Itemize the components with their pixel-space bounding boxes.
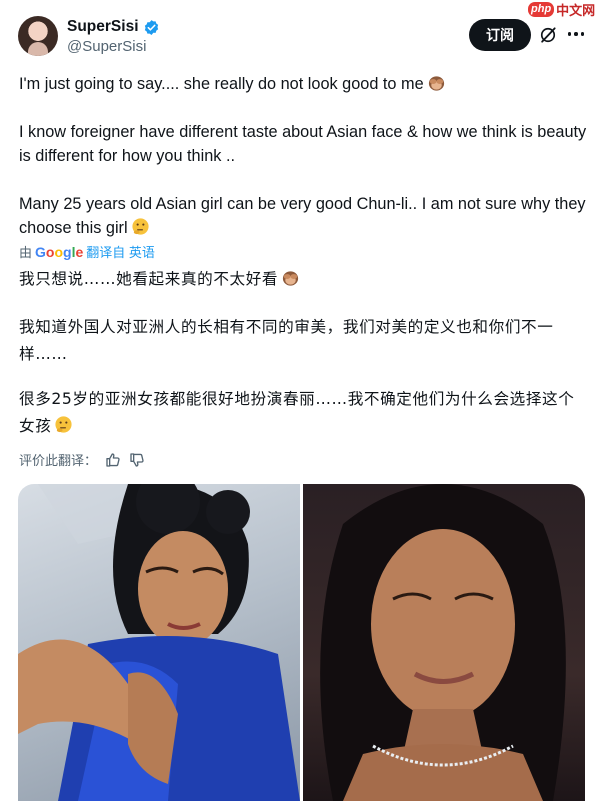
tweet-text-zh-3-content: 很多25岁的亚洲女孩都能很好地扮演春丽……我不确定他们为什么会选择这个女孩 xyxy=(19,390,575,435)
tweet-text-zh-2: 我知道外国人对亚洲人的长相有不同的审美，我们对美的定义也和你们不一样…… xyxy=(19,318,554,363)
thumbs-up-icon[interactable] xyxy=(105,452,121,468)
translated-from-link[interactable]: 翻译自 英语 xyxy=(86,242,155,261)
tweet-text-zh-3: 很多25岁的亚洲女孩都能很好地扮演春丽……我不确定他们为什么会选择这个女孩 xyxy=(19,386,589,440)
google-logo: Google xyxy=(35,243,84,260)
site-watermark: php 中文网 xyxy=(528,0,595,18)
author-name-row[interactable]: SuperSisi xyxy=(67,18,160,36)
see-no-evil-monkey-emoji xyxy=(281,268,300,287)
grok-icon[interactable] xyxy=(538,25,558,45)
tweet-text-en-3-content: Many 25 years old Asian girl can be very… xyxy=(19,195,586,237)
watermark-text: 中文网 xyxy=(556,2,596,18)
more-icon[interactable] xyxy=(565,24,587,44)
thinking-face-emoji xyxy=(54,415,73,434)
tweet-text-en-2: I know foreigner have different taste ab… xyxy=(19,123,587,165)
rate-translation: 评价此翻译： xyxy=(19,450,145,469)
avatar[interactable] xyxy=(18,16,58,56)
tweet-text-zh-1-content: 我只想说……她看起来真的不太好看 xyxy=(19,270,279,288)
tweet-photo-1[interactable] xyxy=(18,484,300,801)
translated-by-label: 由 xyxy=(19,245,33,260)
author-name[interactable]: SuperSisi xyxy=(67,18,139,36)
author-handle[interactable]: @SuperSisi xyxy=(67,38,146,55)
photo-1-illustration xyxy=(18,484,300,801)
tweet-text-en-3: Many 25 years old Asian girl can be very… xyxy=(19,192,589,240)
tweet-media[interactable] xyxy=(18,484,585,801)
thinking-face-emoji xyxy=(131,217,150,236)
watermark-logo: php xyxy=(528,1,555,17)
see-no-evil-monkey-emoji xyxy=(427,73,446,92)
verified-badge-icon[interactable] xyxy=(143,19,160,36)
rate-translation-label: 评价此翻译： xyxy=(19,453,98,468)
tweet-text-en-1-content: I'm just going to say.... she really do … xyxy=(19,75,424,93)
tweet: SuperSisi @SuperSisi php 中文网 订阅 I'm just… xyxy=(0,0,611,801)
tweet-text-zh-1: 我只想说……她看起来真的不太好看 xyxy=(19,266,589,293)
translation-attribution: 由 Google 翻译自 英语 xyxy=(19,242,155,261)
tweet-text-en-1: I'm just going to say.... she really do … xyxy=(19,72,589,96)
thumbs-down-icon[interactable] xyxy=(129,452,145,468)
photo-2-illustration xyxy=(320,484,566,801)
tweet-photo-2[interactable] xyxy=(303,484,585,801)
subscribe-button[interactable]: 订阅 xyxy=(469,19,531,51)
